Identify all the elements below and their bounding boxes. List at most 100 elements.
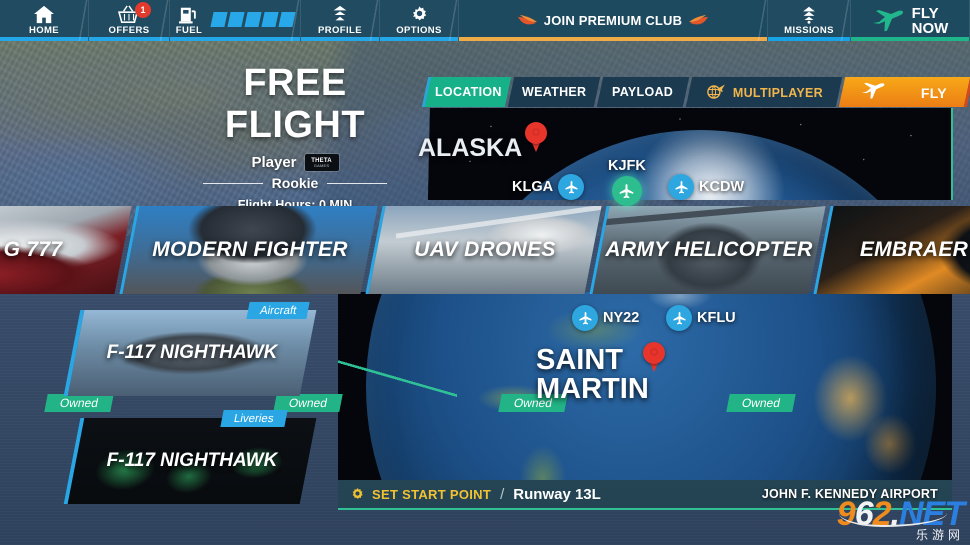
nav-item-profile[interactable]: PROFILE [301,0,380,41]
owned-badge: Owned [44,394,114,412]
selected-livery-label: F-117 NIGHTHAWK [106,450,278,471]
page-header: FREE FLIGHT Player THETA GAMES Rookie Fl… [170,62,420,212]
runway-value: Runway 13L [513,485,601,503]
map-region-label-alaska: ALASKA [418,134,523,162]
map-marker-klga-label: KLGA [512,179,554,195]
player-row: Player THETA GAMES [170,154,420,171]
airport-icon [558,174,585,200]
nav-separator [447,0,459,41]
nav-item-home[interactable]: HOME [0,0,89,41]
nav-item-join-premium-club[interactable]: JOIN PREMIUM CLUB [459,0,768,41]
carousel-card-embraer-190[interactable]: EMBRAER 190 [813,206,970,294]
selected-aircraft-card[interactable]: F-117 NIGHTHAWK [63,310,317,396]
offers-count-badge: 1 [135,2,151,18]
airplane-icon [861,82,887,103]
fuel-pump-icon [178,5,200,24]
carousel-card-uav-drones[interactable]: UAV DRONES [365,206,602,294]
carousel-card-boeing-777[interactable]: G 777 [0,206,132,294]
tab-location[interactable]: LOCATION [424,77,512,107]
selected-livery-card[interactable]: F-117 NIGHTHAWK [63,418,317,504]
nav-label-fuel: FUEL [175,25,203,37]
map-marker-kflu-label: KFLU [697,310,736,326]
map-marker-kcdw[interactable]: KCDW [668,174,744,200]
aircraft-carousel[interactable]: G 777 Owned MODERN FIGHTER Owned UAV DRO… [0,200,970,412]
status-divider: / [500,485,505,503]
tab-multiplayer-label: MULTIPLAYER [732,85,824,99]
nav-separator [368,0,380,41]
carousel-card-label: UAV DRONES [414,238,556,261]
home-icon [33,5,55,24]
carousel-card-army-helicopter[interactable]: ARMY HELICOPTER [589,206,826,294]
nav-item-options[interactable]: OPTIONS [380,0,459,41]
nav-separator [839,0,851,41]
airport-icon [668,174,694,200]
nav-item-fuel[interactable]: FUEL [170,0,301,41]
set-start-point-button[interactable]: SET START POINT [338,487,491,502]
map-marker-kjfk[interactable]: KJFK [608,158,646,206]
rule-right [327,182,388,184]
location-pin [643,342,665,372]
nav-item-fly-now[interactable]: FLY NOW [851,0,970,41]
carousel-card-modern-fighter[interactable]: MODERN FIGHTER [119,206,378,294]
nav-label-options: OPTIONS [396,25,442,37]
nav-underline [851,37,969,41]
tab-payload[interactable]: PAYLOAD [596,77,690,107]
app-root: HOME 1 OFFERS FUEL PROFILE OPTIONS JOIN … [0,0,970,545]
watermark: 962.NET 乐游网 [837,497,965,541]
tab-multiplayer[interactable]: MULTIPLAYER [685,77,843,107]
airport-icon-selected [611,176,642,206]
location-pin [525,122,547,152]
nav-underline [170,37,300,41]
nav-separator [289,0,301,41]
rule-left [202,182,263,184]
carousel-card-label: G 777 [3,238,63,261]
owned-badge: Owned [726,394,796,412]
carousel-card-label: EMBRAER 190 [859,238,970,261]
premium-label: JOIN PREMIUM CLUB [543,13,683,28]
chevrons-up-icon [800,5,818,24]
nav-item-missions[interactable]: MISSIONS [768,0,851,41]
map-marker-klga[interactable]: KLGA [512,174,585,200]
page-title: FREE FLIGHT [224,62,366,146]
airplane-icon [872,9,906,33]
fuel-level-gauge [210,11,296,27]
globe-plane-icon [705,83,727,102]
panel-edge-diagonal [338,292,457,480]
map-marker-kjfk-label: KJFK [608,158,646,174]
aircraft-tag: Aircraft [246,302,311,319]
map-region-label-martin: MARTIN [536,373,649,405]
tab-payload-label: PAYLOAD [612,85,674,99]
studio-logo: THETA GAMES [304,154,339,171]
player-name: Player [251,154,297,171]
fly-now-line2: NOW [911,19,949,37]
panel-edge [951,108,953,200]
wing-icon [517,14,544,28]
map-marker-kflu[interactable]: KFLU [666,305,736,331]
gear-icon [409,5,430,24]
gear-icon [350,487,365,502]
top-navigation-bar: HOME 1 OFFERS FUEL PROFILE OPTIONS JOIN … [0,0,970,41]
nav-separator [77,0,89,41]
nav-label-offers: OFFERS [108,25,150,37]
nav-label-profile: PROFILE [318,25,362,37]
mode-tab-bar: LOCATION WEATHER PAYLOAD MULTIPLAYER FLY [424,77,970,107]
selected-aircraft-label: F-117 NIGHTHAWK [106,342,278,363]
map-marker-ny22[interactable]: NY22 [572,305,639,331]
airport-icon [572,305,598,331]
studio-logo-line2: GAMES [313,162,330,168]
player-rank-row: Rookie [170,175,420,191]
player-rank: Rookie [271,175,319,191]
tab-weather[interactable]: WEATHER [507,77,601,107]
nav-underline [89,37,169,41]
carousel-card-label: ARMY HELICOPTER [605,238,813,261]
wing-icon [682,14,709,28]
nav-label-missions: MISSIONS [784,25,834,37]
carousel-card-label: MODERN FIGHTER [152,238,348,261]
liveries-tag: Liveries [220,410,288,427]
nav-item-offers[interactable]: 1 OFFERS [89,0,170,41]
tab-weather-label: WEATHER [521,85,587,99]
nav-label-home: HOME [28,25,60,37]
tab-fly-button[interactable]: FLY [838,77,970,107]
nav-underline [768,37,850,41]
nav-separator [158,0,170,41]
